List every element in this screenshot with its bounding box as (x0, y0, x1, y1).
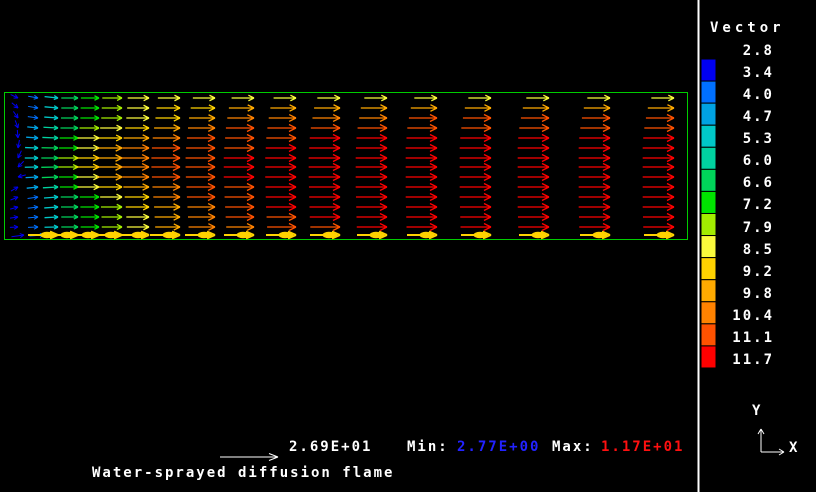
vector-arrows (10, 93, 674, 231)
spray-droplet-arrows (11, 232, 674, 239)
legend-value-label: 4.7 (714, 110, 774, 124)
legend-value-label: 7.2 (714, 198, 774, 212)
legend-title: Vector (710, 21, 785, 35)
axis-triad-icon (758, 429, 784, 455)
min-label: Min: (407, 440, 449, 454)
max-label: Max: (552, 440, 594, 454)
legend-value-label: 2.8 (714, 44, 774, 58)
axis-y-label: Y (752, 404, 762, 418)
legend-value-label: 6.6 (714, 176, 774, 190)
reference-arrow-icon (220, 454, 278, 461)
legend-value-label: 8.5 (714, 243, 774, 257)
legend-value-label: 5.3 (714, 132, 774, 146)
legend-value-label: 10.4 (714, 309, 774, 323)
legend-value-label: 3.4 (714, 66, 774, 80)
min-value: 2.77E+00 (457, 440, 540, 454)
legend-value-label: 4.0 (714, 88, 774, 102)
legend-value-label: 6.0 (714, 154, 774, 168)
max-value: 1.17E+01 (601, 440, 684, 454)
vector-plot-canvas (0, 0, 816, 492)
legend-value-label: 9.8 (714, 287, 774, 301)
legend-value-label: 11.1 (714, 331, 774, 345)
legend-value-label: 11.7 (714, 353, 774, 367)
legend-value-label: 9.2 (714, 265, 774, 279)
viewer-window: Vector 2.8 3.4 4.0 4.7 5.3 6.0 6.6 7.2 7.9 8.5 9.2… (0, 0, 816, 492)
plot-title: Water-sprayed diffusion flame (92, 466, 394, 480)
axis-x-label: X (789, 441, 799, 455)
reference-arrow-value: 2.69E+01 (289, 440, 372, 454)
legend-value-label: 7.9 (714, 221, 774, 235)
